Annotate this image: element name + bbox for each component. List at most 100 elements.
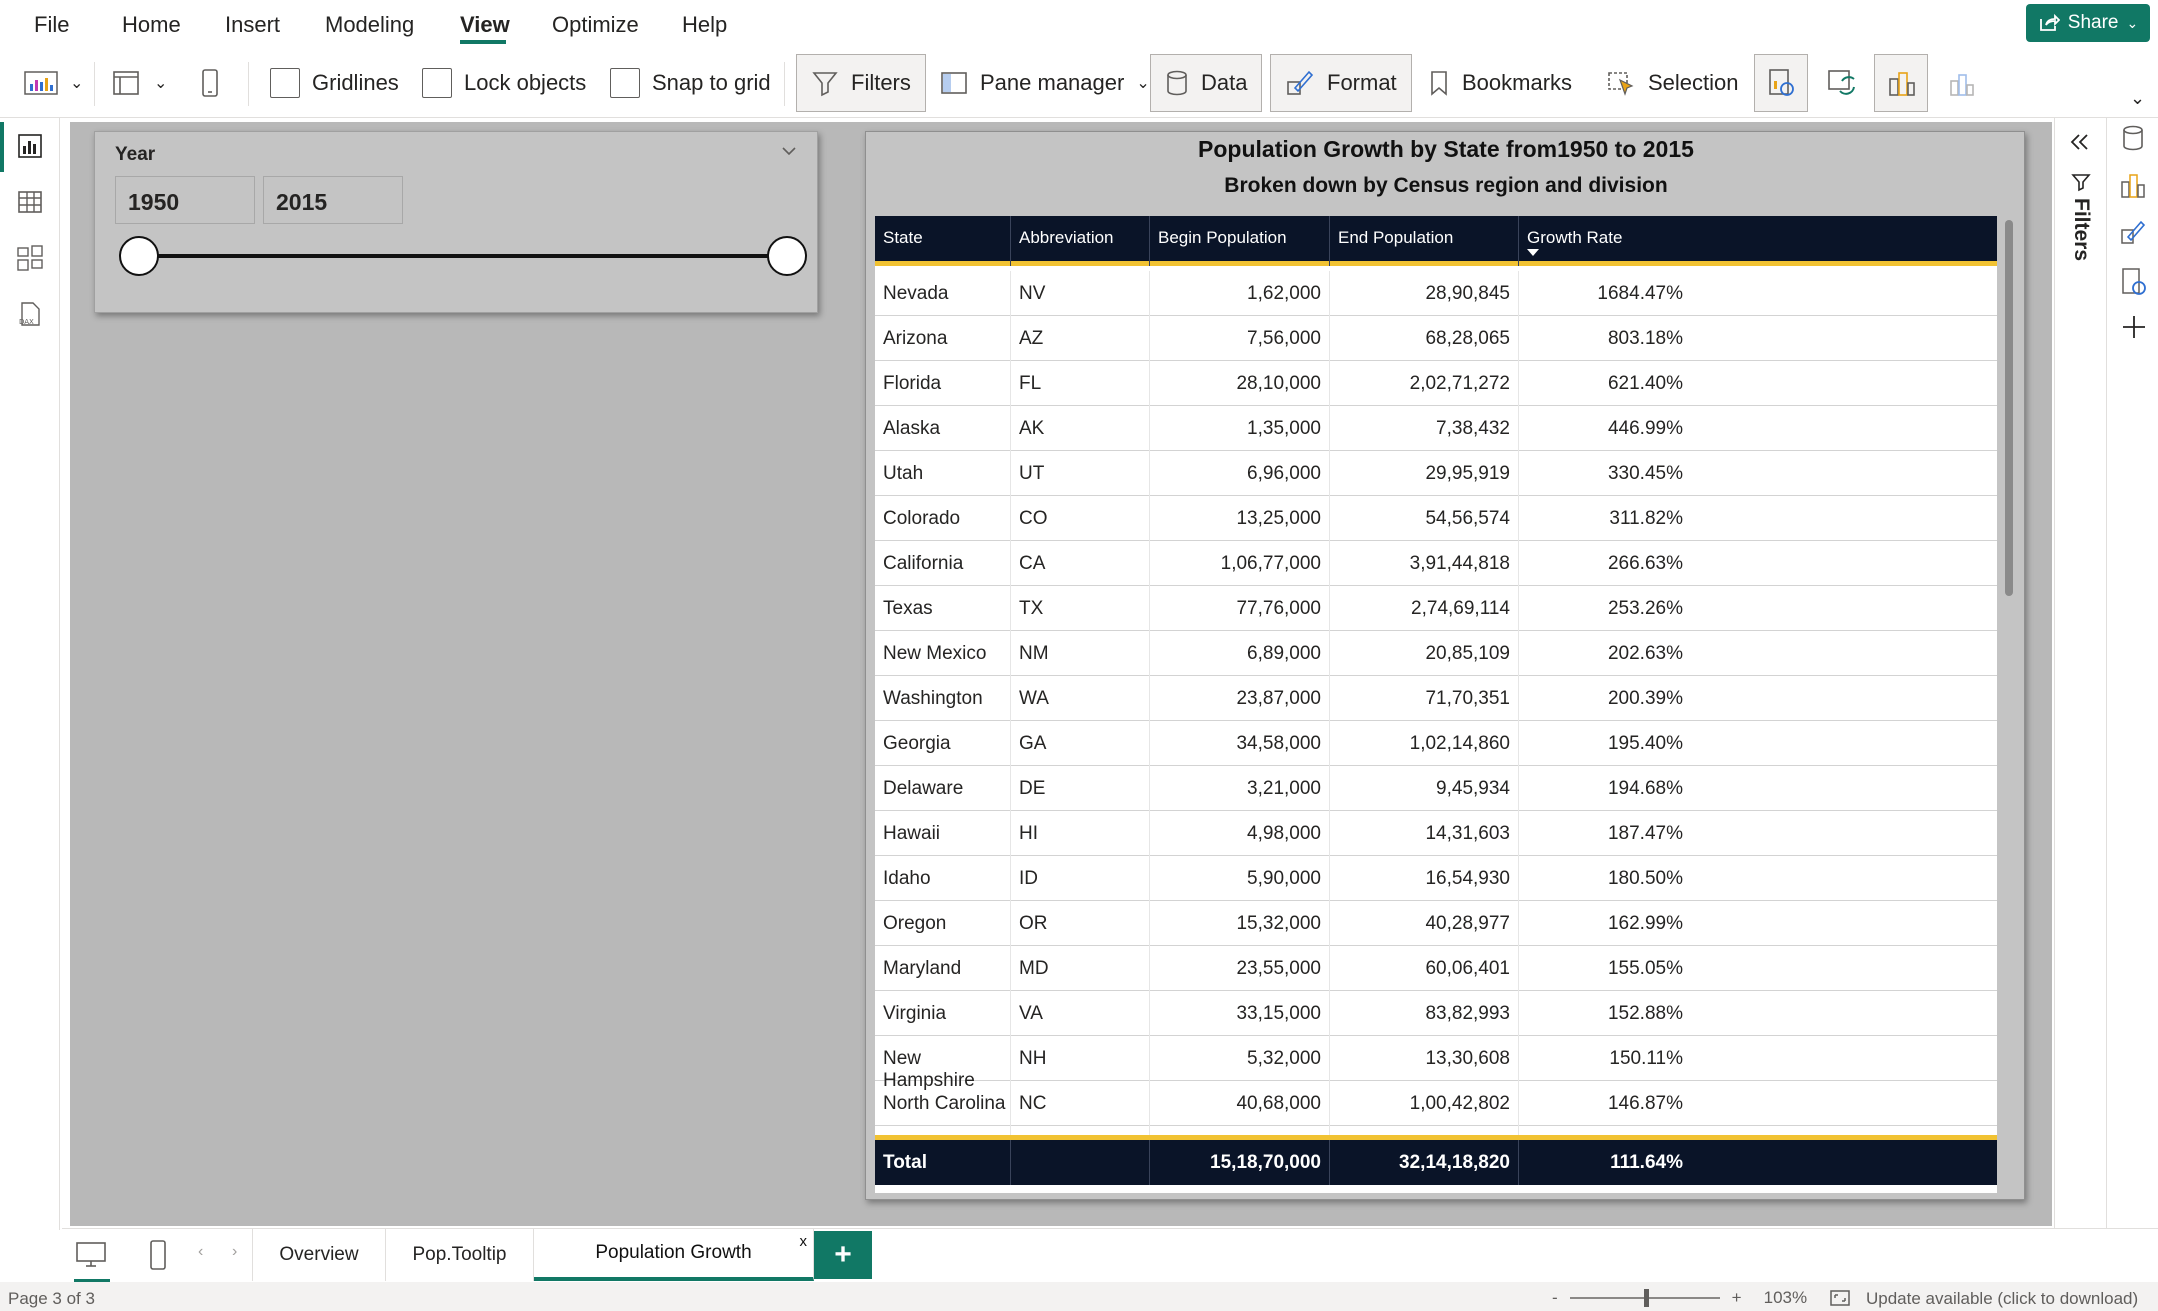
table-row[interactable]: Maryland MD 23,55,000 60,06,401 155.05% bbox=[875, 946, 1997, 991]
visual-pane-button[interactable] bbox=[1874, 54, 1928, 112]
table-row[interactable]: Alaska AK 1,35,000 7,38,432 446.99% bbox=[875, 406, 1997, 451]
table-row[interactable]: Utah UT 6,96,000 29,95,919 330.45% bbox=[875, 451, 1997, 496]
selection-button[interactable]: Selection bbox=[1606, 54, 1739, 112]
column-header-begin-population[interactable]: Begin Population bbox=[1150, 216, 1330, 266]
table-row[interactable]: Florida FL 28,10,000 2,02,71,272 621.40% bbox=[875, 361, 1997, 406]
fit-to-page-icon[interactable] bbox=[1829, 1289, 1851, 1307]
slicer-end-input[interactable]: 2015 bbox=[263, 176, 403, 224]
table-row[interactable]: New Mexico NM 6,89,000 20,85,109 202.63% bbox=[875, 631, 1997, 676]
close-tab-icon[interactable]: x bbox=[800, 1233, 808, 1250]
menu-view[interactable]: View bbox=[460, 12, 510, 38]
page-view-dropdown[interactable]: ⌄ bbox=[112, 54, 167, 112]
database-icon[interactable] bbox=[2121, 124, 2145, 152]
table-row[interactable]: Oregon OR 15,32,000 40,28,977 162.99% bbox=[875, 901, 1997, 946]
menu-insert[interactable]: Insert bbox=[225, 12, 280, 38]
table-row[interactable]: South CarolinaSC21,13,00048,96,146131.72… bbox=[875, 1126, 1997, 1135]
sort-descending-icon bbox=[1527, 249, 1539, 256]
sync-slicers-button[interactable] bbox=[1826, 54, 1860, 112]
snap-to-grid-toggle[interactable]: Snap to grid bbox=[610, 54, 771, 112]
tab-overview[interactable]: Overview bbox=[252, 1229, 386, 1281]
table-row[interactable]: Delaware DE 3,21,000 9,45,934 194.68% bbox=[875, 766, 1997, 811]
zoom-in-button[interactable]: + bbox=[1732, 1288, 1742, 1308]
column-header-abbreviation[interactable]: Abbreviation bbox=[1011, 216, 1150, 266]
themes-dropdown[interactable]: ⌄ bbox=[24, 54, 83, 112]
update-available-link[interactable]: Update available (click to download) bbox=[1866, 1289, 2138, 1309]
report-view-icon[interactable] bbox=[16, 132, 44, 160]
column-header-end-population[interactable]: End Population bbox=[1330, 216, 1519, 266]
add-page-button[interactable]: + bbox=[814, 1231, 872, 1279]
total-growth-rate: 111.64% bbox=[1610, 1152, 1683, 1173]
table-row[interactable]: Hawaii HI 4,98,000 14,31,603 187.47% bbox=[875, 811, 1997, 856]
snap-to-grid-checkbox[interactable] bbox=[610, 68, 640, 98]
slicer-range-track[interactable] bbox=[139, 254, 787, 258]
table-view-icon[interactable] bbox=[16, 188, 44, 216]
lock-objects-toggle[interactable]: Lock objects bbox=[422, 54, 586, 112]
table-row[interactable]: Colorado CO 13,25,000 54,56,574 311.82% bbox=[875, 496, 1997, 541]
add-pane-icon[interactable] bbox=[2121, 314, 2147, 340]
model-view-icon[interactable] bbox=[16, 244, 44, 272]
performance-analyzer-button[interactable] bbox=[1754, 54, 1808, 112]
tab-pop-tooltip[interactable]: Pop.Tooltip bbox=[386, 1229, 534, 1281]
gridlines-toggle[interactable]: Gridlines bbox=[270, 54, 399, 112]
column-header-state[interactable]: State bbox=[875, 216, 1011, 266]
table-row[interactable]: Washington WA 23,87,000 71,70,351 200.39% bbox=[875, 676, 1997, 721]
chevron-down-icon[interactable] bbox=[781, 146, 797, 156]
bookmarks-button[interactable]: Bookmarks bbox=[1428, 54, 1572, 112]
mobile-icon[interactable] bbox=[148, 1239, 168, 1271]
desktop-layout-button[interactable] bbox=[74, 1241, 110, 1282]
table-row[interactable]: Georgia GA 34,58,000 1,02,14,860 195.40% bbox=[875, 721, 1997, 766]
table-row[interactable]: New Hampshire NH 5,32,000 13,30,608 150.11% bbox=[875, 1036, 1997, 1091]
slicer-start-handle[interactable] bbox=[119, 236, 159, 276]
mobile-layout-button[interactable] bbox=[200, 54, 220, 112]
chevron-down-icon: ⌄ bbox=[2126, 14, 2139, 31]
visual-subtitle: Broken down by Census region and divisio… bbox=[1224, 174, 1668, 197]
slicer-start-input[interactable]: 1950 bbox=[115, 176, 255, 224]
scrollbar-thumb[interactable] bbox=[2005, 220, 2013, 596]
table-row[interactable]: Idaho ID 5,90,000 16,54,930 180.50% bbox=[875, 856, 1997, 901]
cell-state: Hawaii bbox=[875, 811, 1011, 856]
visual-build-icon[interactable] bbox=[2119, 170, 2147, 200]
cell-growth-rate: 150.11% bbox=[1609, 1048, 1683, 1069]
table-body: Nevada NV 1,62,000 28,90,845 1684.47% Arizona… bbox=[875, 271, 1997, 1135]
table-row[interactable]: Nevada NV 1,62,000 28,90,845 1684.47% bbox=[875, 271, 1997, 316]
menu-optimize[interactable]: Optimize bbox=[552, 12, 639, 38]
gridlines-checkbox[interactable] bbox=[270, 68, 300, 98]
population-growth-table-visual[interactable]: Population Growth by State from1950 to 2… bbox=[865, 131, 2025, 1200]
filters-button[interactable]: Filters bbox=[796, 54, 926, 112]
expand-pane-icon[interactable] bbox=[2069, 132, 2091, 152]
table-row[interactable]: California CA 1,06,77,000 3,91,44,818 266.63… bbox=[875, 541, 1997, 586]
snap-to-grid-label: Snap to grid bbox=[652, 70, 771, 95]
format-pane-button[interactable]: Format bbox=[1270, 54, 1412, 112]
share-button[interactable]: Share ⌄ bbox=[2026, 4, 2150, 42]
menu-file[interactable]: File bbox=[34, 12, 69, 38]
right-pane-rail bbox=[2106, 118, 2158, 1269]
zoom-slider[interactable] bbox=[1569, 1289, 1720, 1307]
format-brush-icon[interactable] bbox=[2119, 218, 2147, 248]
table-row[interactable]: Arizona AZ 7,56,000 68,28,065 803.18% bbox=[875, 316, 1997, 361]
lock-objects-checkbox[interactable] bbox=[422, 68, 452, 98]
data-pane-button[interactable]: Data bbox=[1150, 54, 1263, 112]
table-row[interactable]: Virginia VA 33,15,000 83,82,993 152.88% bbox=[875, 991, 1997, 1036]
pane-manager-button[interactable]: Pane manager ⌄ bbox=[940, 54, 1150, 112]
prev-page-icon[interactable]: ‹ bbox=[198, 1243, 203, 1261]
zoom-slider-thumb[interactable] bbox=[1643, 1289, 1649, 1307]
cell-begin-population: 1,06,77,000 bbox=[1150, 541, 1330, 586]
column-header-growth-rate[interactable]: Growth Rate bbox=[1519, 216, 1997, 266]
filters-pane-label[interactable]: Filters bbox=[2069, 198, 2093, 261]
slicer-end-handle[interactable] bbox=[767, 236, 807, 276]
year-slicer[interactable]: Year 1950 2015 bbox=[94, 131, 818, 313]
dax-query-view-icon[interactable]: DAX bbox=[16, 300, 44, 328]
menu-help[interactable]: Help bbox=[682, 12, 727, 38]
cell-abbreviation: VA bbox=[1011, 991, 1150, 1036]
tab-population-growth[interactable]: Population Growth x bbox=[534, 1229, 814, 1281]
table-row[interactable]: Texas TX 77,76,000 2,74,69,114 253.26% bbox=[875, 586, 1997, 631]
table-row[interactable]: North Carolina NC 40,68,000 1,00,42,802 146.… bbox=[875, 1081, 1997, 1126]
next-page-icon[interactable]: › bbox=[232, 1243, 237, 1261]
menu-home[interactable]: Home bbox=[122, 12, 181, 38]
table-scrollbar[interactable] bbox=[2003, 216, 2015, 1193]
performance-analyzer-icon[interactable] bbox=[2119, 266, 2147, 298]
zoom-out-button[interactable]: - bbox=[1552, 1288, 1558, 1308]
ribbon-collapse-chevron-icon[interactable]: ⌄ bbox=[2130, 88, 2145, 109]
menu-modeling[interactable]: Modeling bbox=[325, 12, 414, 38]
filter-icon bbox=[812, 72, 838, 97]
